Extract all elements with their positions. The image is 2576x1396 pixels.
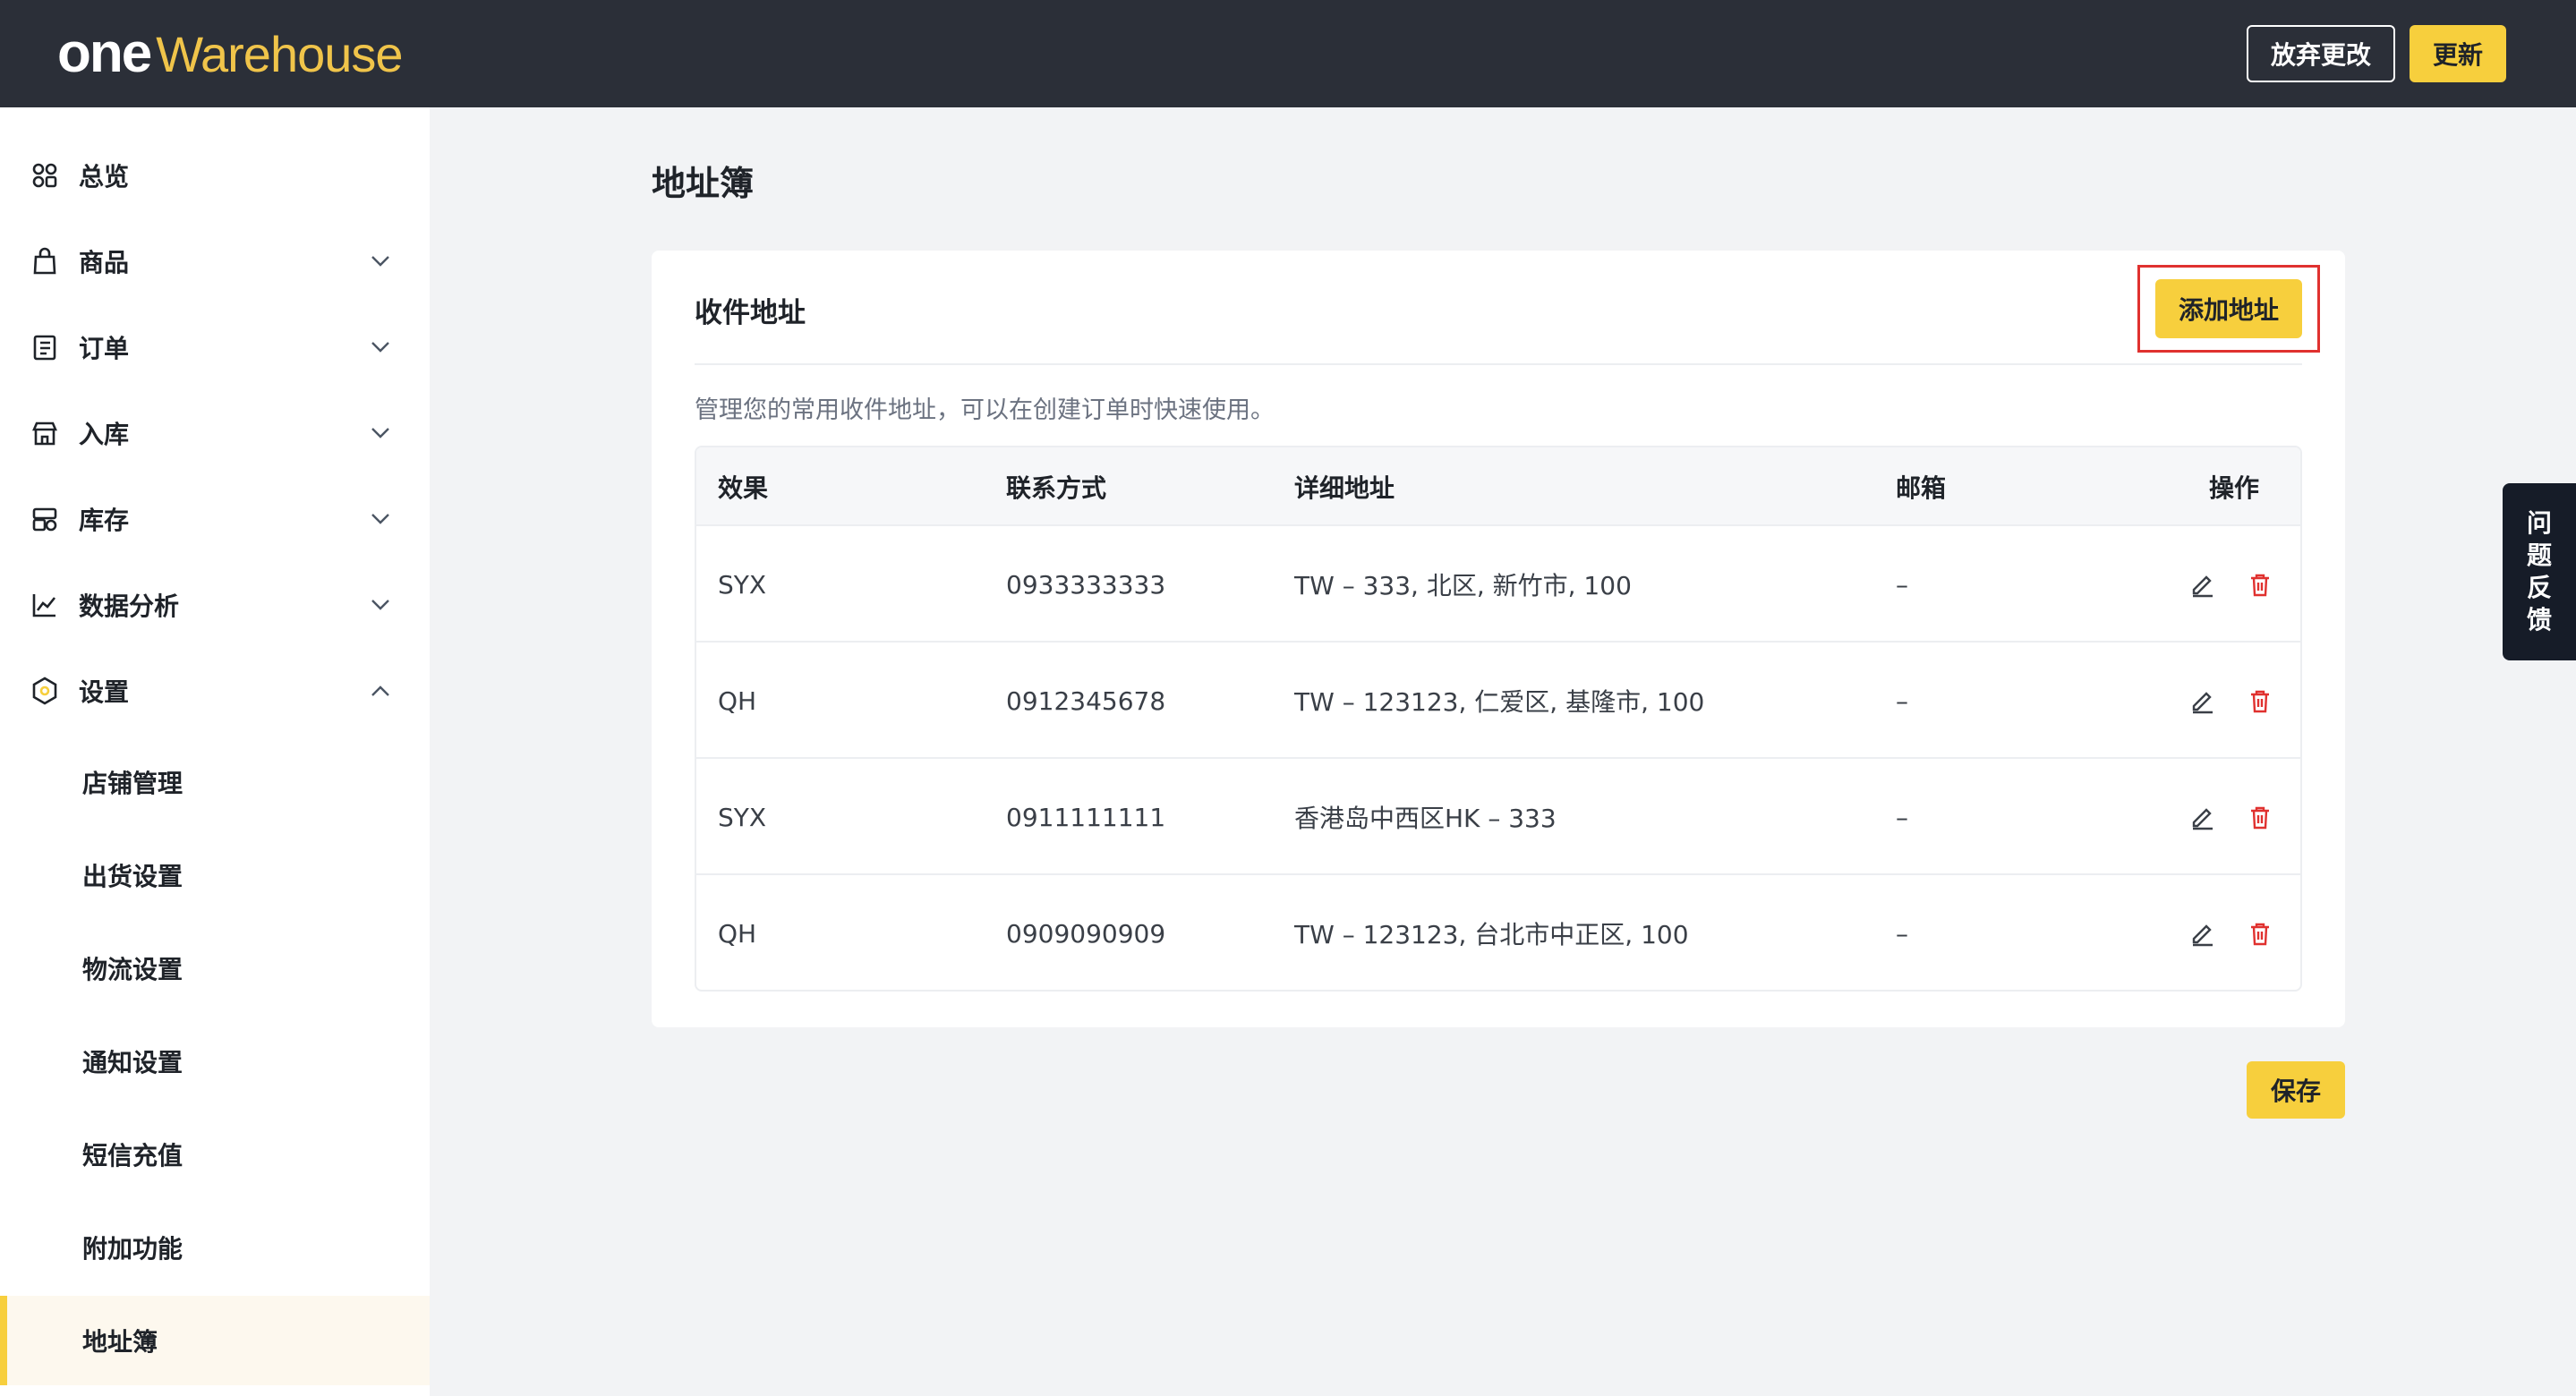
- chevron-up-icon[interactable]: [369, 679, 392, 702]
- sidebar-item-label: 总览: [79, 162, 130, 192]
- sidebar-subitem-store-management[interactable]: 店铺管理: [0, 737, 430, 827]
- chevron-down-icon[interactable]: [369, 507, 392, 531]
- sidebar-subitem-notification-settings[interactable]: 通知设置: [0, 1017, 430, 1106]
- sidebar-subitem-label: 附加功能: [82, 1234, 183, 1264]
- sidebar-item-label: 设置: [79, 677, 130, 707]
- cell-name: QH: [718, 918, 757, 949]
- sidebar: 总览 商品 订单 入库 库存 数据分析 设置 店铺管理 出货设置 物流设置 通知…: [0, 107, 430, 1396]
- sidebar-item-label: 入库: [79, 420, 130, 449]
- table-row: QH 0912345678 TW – 123123, 仁爱区, 基隆市, 100…: [696, 643, 2300, 759]
- sidebar-item-label: 库存: [79, 506, 130, 535]
- logo[interactable]: one Warehouse: [57, 22, 404, 84]
- address-table: 效果 联系方式 详细地址 邮箱 操作 SYX 0933333333 TW – 3…: [695, 446, 2302, 992]
- table-row: SYX 0933333333 TW – 333, 北区, 新竹市, 100 –: [696, 526, 2300, 643]
- cell-name: SYX: [718, 569, 767, 600]
- cell-name: QH: [718, 685, 757, 716]
- sidebar-subitem-label: 出货设置: [82, 862, 183, 891]
- sidebar-subitem-label: 店铺管理: [82, 769, 183, 798]
- cell-phone: 0933333333: [1006, 569, 1166, 600]
- table-row: SYX 0911111111 香港岛中西区HK – 333 –: [696, 759, 2300, 875]
- sidebar-subitem-label: 通知设置: [82, 1048, 183, 1077]
- card-title: 收件地址: [695, 297, 806, 329]
- cell-address: TW – 123123, 台北市中正区, 100: [1294, 920, 1689, 949]
- sidebar-subitem-label: 地址簿: [82, 1327, 158, 1357]
- delete-icon[interactable]: [2245, 569, 2275, 600]
- sidebar-item-label: 商品: [79, 248, 130, 277]
- feedback-label: 问题反馈: [2526, 508, 2552, 634]
- sidebar-item-inventory[interactable]: 库存: [0, 483, 430, 555]
- table-row: QH 0909090909 TW – 123123, 台北市中正区, 100 –: [696, 875, 2300, 990]
- sidebar-item-label: 订单: [79, 334, 130, 363]
- column-header-email: 邮箱: [1896, 473, 1947, 503]
- cell-phone: 0911111111: [1006, 802, 1166, 832]
- sidebar-item-orders[interactable]: 订单: [0, 311, 430, 383]
- sidebar-subitem-address-book[interactable]: 地址簿: [0, 1296, 430, 1385]
- column-header-contact: 联系方式: [1006, 473, 1107, 503]
- update-button[interactable]: 更新: [2410, 25, 2506, 82]
- delete-icon[interactable]: [2245, 802, 2275, 832]
- cell-address: TW – 123123, 仁爱区, 基隆市, 100: [1294, 687, 1705, 717]
- delete-icon[interactable]: [2245, 918, 2275, 949]
- grid-icon: [29, 159, 61, 192]
- sidebar-subitem-sms-topup[interactable]: 短信充值: [0, 1110, 430, 1199]
- cell-address: 香港岛中西区HK – 333: [1294, 804, 1557, 833]
- cell-email: –: [1896, 685, 1908, 716]
- sidebar-item-overview[interactable]: 总览: [0, 140, 430, 211]
- order-list-icon: [29, 331, 61, 363]
- table-header: 效果 联系方式 详细地址 邮箱 操作: [696, 447, 2300, 526]
- chevron-down-icon[interactable]: [369, 250, 392, 273]
- cell-name: SYX: [718, 802, 767, 832]
- cell-email: –: [1896, 918, 1908, 949]
- edit-icon[interactable]: [2188, 569, 2218, 600]
- storefront-icon: [29, 417, 61, 449]
- edit-icon[interactable]: [2188, 918, 2218, 949]
- sidebar-item-products[interactable]: 商品: [0, 226, 430, 297]
- add-address-button[interactable]: 添加地址: [2155, 279, 2302, 338]
- logo-warehouse-text: Warehouse: [156, 26, 403, 82]
- chevron-down-icon[interactable]: [369, 593, 392, 617]
- cell-address: TW – 333, 北区, 新竹市, 100: [1294, 571, 1632, 600]
- sidebar-subitem-logistics-settings[interactable]: 物流设置: [0, 924, 430, 1013]
- column-header-name: 效果: [718, 473, 769, 503]
- inventory-icon: [29, 503, 61, 535]
- cell-email: –: [1896, 802, 1908, 832]
- logo-one-text: one: [57, 22, 152, 84]
- cell-phone: 0912345678: [1006, 685, 1166, 716]
- divider: [695, 363, 2302, 365]
- page-title: 地址簿: [652, 164, 755, 203]
- feedback-tab[interactable]: 问题反馈: [2503, 483, 2576, 660]
- delete-icon[interactable]: [2245, 685, 2275, 716]
- sidebar-item-analytics[interactable]: 数据分析: [0, 569, 430, 641]
- edit-icon[interactable]: [2188, 685, 2218, 716]
- sidebar-item-label: 数据分析: [79, 592, 180, 621]
- sidebar-item-settings[interactable]: 设置: [0, 655, 430, 727]
- chevron-down-icon[interactable]: [369, 336, 392, 359]
- sidebar-subitem-label: 短信充值: [82, 1141, 183, 1170]
- sidebar-subitem-addons[interactable]: 附加功能: [0, 1203, 430, 1292]
- cell-phone: 0909090909: [1006, 918, 1166, 949]
- sidebar-subitem-shipping-settings[interactable]: 出货设置: [0, 830, 430, 920]
- address-card: 收件地址 添加地址 管理您的常用收件地址，可以在创建订单时快速使用。 效果 联系…: [652, 251, 2345, 1027]
- top-bar: one Warehouse 放弃更改 更新: [0, 0, 2576, 107]
- shopping-bag-icon: [29, 245, 61, 277]
- cell-email: –: [1896, 569, 1908, 600]
- discard-changes-button[interactable]: 放弃更改: [2247, 25, 2395, 82]
- settings-hexagon-icon: [29, 675, 61, 707]
- column-header-actions: 操作: [2209, 473, 2260, 503]
- edit-icon[interactable]: [2188, 802, 2218, 832]
- chevron-down-icon[interactable]: [369, 421, 392, 445]
- sidebar-subitem-label: 物流设置: [82, 955, 183, 984]
- column-header-address: 详细地址: [1294, 473, 1395, 503]
- sidebar-item-inbound[interactable]: 入库: [0, 397, 430, 469]
- save-button[interactable]: 保存: [2247, 1061, 2345, 1119]
- chart-icon: [29, 589, 61, 621]
- card-description: 管理您的常用收件地址，可以在创建订单时快速使用。: [695, 396, 1275, 424]
